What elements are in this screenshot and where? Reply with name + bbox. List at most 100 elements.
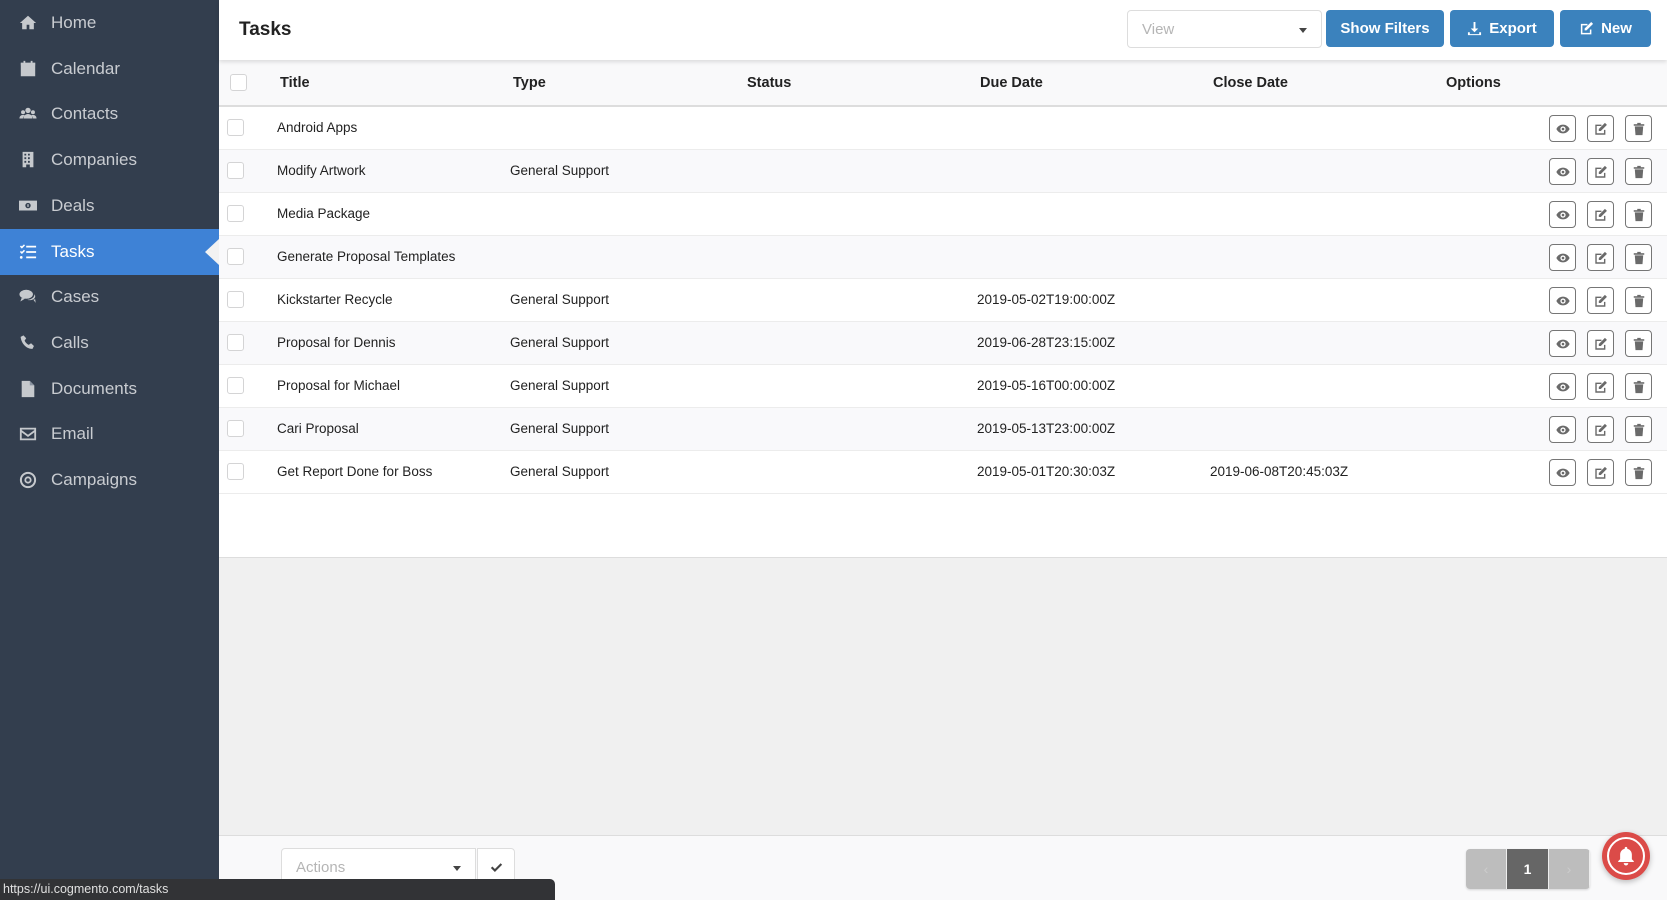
eye-icon xyxy=(1555,124,1570,133)
cell-title: Media Package xyxy=(277,206,371,221)
column-status[interactable]: Status xyxy=(747,75,791,91)
edit-icon xyxy=(1594,122,1607,135)
eye-icon xyxy=(1555,468,1570,477)
sidebar-item-label: Deals xyxy=(51,196,95,215)
edit-icon xyxy=(1594,466,1607,479)
column-due-date[interactable]: Due Date xyxy=(980,75,1043,91)
browser-status-bar: https://ui.cogmento.com/tasks xyxy=(0,879,555,900)
edit-icon xyxy=(1594,380,1607,393)
table-row: Proposal for Michael General Support 2019-… xyxy=(219,365,1667,408)
row-checkbox[interactable] xyxy=(227,205,244,222)
view-select[interactable]: View xyxy=(1127,10,1322,48)
row-checkbox[interactable] xyxy=(227,377,244,394)
trash-icon xyxy=(1633,337,1644,350)
edit-button[interactable] xyxy=(1587,201,1614,228)
sidebar-item-home[interactable]: Home xyxy=(0,0,219,46)
sidebar-item-label: Contacts xyxy=(51,104,119,123)
trash-icon xyxy=(1633,466,1644,479)
next-page-button[interactable]: › xyxy=(1549,849,1590,889)
sidebar-item-email[interactable]: Email xyxy=(0,411,219,457)
view-button[interactable] xyxy=(1549,459,1576,486)
delete-button[interactable] xyxy=(1625,201,1652,228)
delete-button[interactable] xyxy=(1625,287,1652,314)
delete-button[interactable] xyxy=(1625,459,1652,486)
view-button[interactable] xyxy=(1549,244,1576,271)
edit-icon xyxy=(1594,337,1607,350)
sidebar-item-companies[interactable]: Companies xyxy=(0,137,219,183)
sidebar-item-label: Email xyxy=(51,424,94,443)
edit-button[interactable] xyxy=(1587,373,1614,400)
export-button[interactable]: Export xyxy=(1450,10,1554,47)
column-type[interactable]: Type xyxy=(513,75,546,91)
trash-icon xyxy=(1633,165,1644,178)
cell-title: Kickstarter Recycle xyxy=(277,292,393,307)
cell-type: General Support xyxy=(510,163,610,178)
view-button[interactable] xyxy=(1549,201,1576,228)
sidebar-item-contacts[interactable]: Contacts xyxy=(0,91,219,137)
view-button[interactable] xyxy=(1549,115,1576,142)
row-checkbox[interactable] xyxy=(227,248,244,265)
trash-icon xyxy=(1633,208,1644,221)
edit-button[interactable] xyxy=(1587,115,1614,142)
delete-button[interactable] xyxy=(1625,373,1652,400)
prev-page-button[interactable]: ‹ xyxy=(1466,849,1507,889)
sidebar-item-campaigns[interactable]: Campaigns xyxy=(0,457,219,503)
sidebar-item-cases[interactable]: Cases xyxy=(0,274,219,320)
eye-icon xyxy=(1555,425,1570,434)
edit-button[interactable] xyxy=(1587,287,1614,314)
delete-button[interactable] xyxy=(1625,330,1652,357)
bell-ring xyxy=(1607,837,1645,875)
row-checkbox[interactable] xyxy=(227,334,244,351)
delete-button[interactable] xyxy=(1625,158,1652,185)
view-button[interactable] xyxy=(1549,158,1576,185)
table-row: Modify Artwork General Support xyxy=(219,150,1667,193)
sidebar-item-label: Campaigns xyxy=(51,470,137,489)
edit-button[interactable] xyxy=(1587,459,1614,486)
caret-down-icon xyxy=(1299,28,1307,33)
table-header: Title Type Status Due Date Close Date Op… xyxy=(219,60,1667,107)
edit-button[interactable] xyxy=(1587,330,1614,357)
new-button[interactable]: New xyxy=(1560,10,1651,47)
cell-title: Get Report Done for Boss xyxy=(277,464,433,479)
page-1-button[interactable]: 1 xyxy=(1507,849,1549,889)
page-header: Tasks View Show Filters Export New xyxy=(219,0,1667,60)
trash-icon xyxy=(1633,122,1644,135)
delete-button[interactable] xyxy=(1625,244,1652,271)
view-button[interactable] xyxy=(1549,416,1576,443)
select-all-checkbox[interactable] xyxy=(230,74,247,91)
sidebar-item-documents[interactable]: Documents xyxy=(0,366,219,412)
sidebar-item-calls[interactable]: Calls xyxy=(0,320,219,366)
view-button[interactable] xyxy=(1549,287,1576,314)
row-checkbox[interactable] xyxy=(227,420,244,437)
sidebar-item-calendar[interactable]: Calendar xyxy=(0,46,219,92)
edit-icon xyxy=(1594,251,1607,264)
edit-button[interactable] xyxy=(1587,416,1614,443)
sidebar-item-label: Tasks xyxy=(51,242,95,261)
row-checkbox[interactable] xyxy=(227,291,244,308)
notifications-button[interactable] xyxy=(1602,832,1650,880)
column-title[interactable]: Title xyxy=(280,75,310,91)
table-row: Cari Proposal General Support 2019-05-13T2… xyxy=(219,408,1667,451)
calendar-icon xyxy=(15,60,41,78)
delete-button[interactable] xyxy=(1625,115,1652,142)
trash-icon xyxy=(1633,251,1644,264)
eye-icon xyxy=(1555,167,1570,176)
row-checkbox[interactable] xyxy=(227,119,244,136)
delete-button[interactable] xyxy=(1625,416,1652,443)
view-button[interactable] xyxy=(1549,373,1576,400)
edit-icon xyxy=(1580,21,1594,35)
tasks-table: Title Type Status Due Date Close Date Op… xyxy=(219,60,1667,558)
show-filters-button[interactable]: Show Filters xyxy=(1326,10,1444,47)
page-title: Tasks xyxy=(239,19,292,40)
sidebar-item-tasks[interactable]: Tasks xyxy=(0,229,219,275)
sidebar-item-label: Cases xyxy=(51,287,100,306)
edit-button[interactable] xyxy=(1587,244,1614,271)
edit-button[interactable] xyxy=(1587,158,1614,185)
view-button[interactable] xyxy=(1549,330,1576,357)
table-row: Android Apps xyxy=(219,107,1667,150)
envelope-icon xyxy=(15,425,41,443)
edit-icon xyxy=(1594,165,1607,178)
row-checkbox[interactable] xyxy=(227,162,244,179)
sidebar-item-deals[interactable]: Deals xyxy=(0,183,219,229)
row-checkbox[interactable] xyxy=(227,463,244,480)
